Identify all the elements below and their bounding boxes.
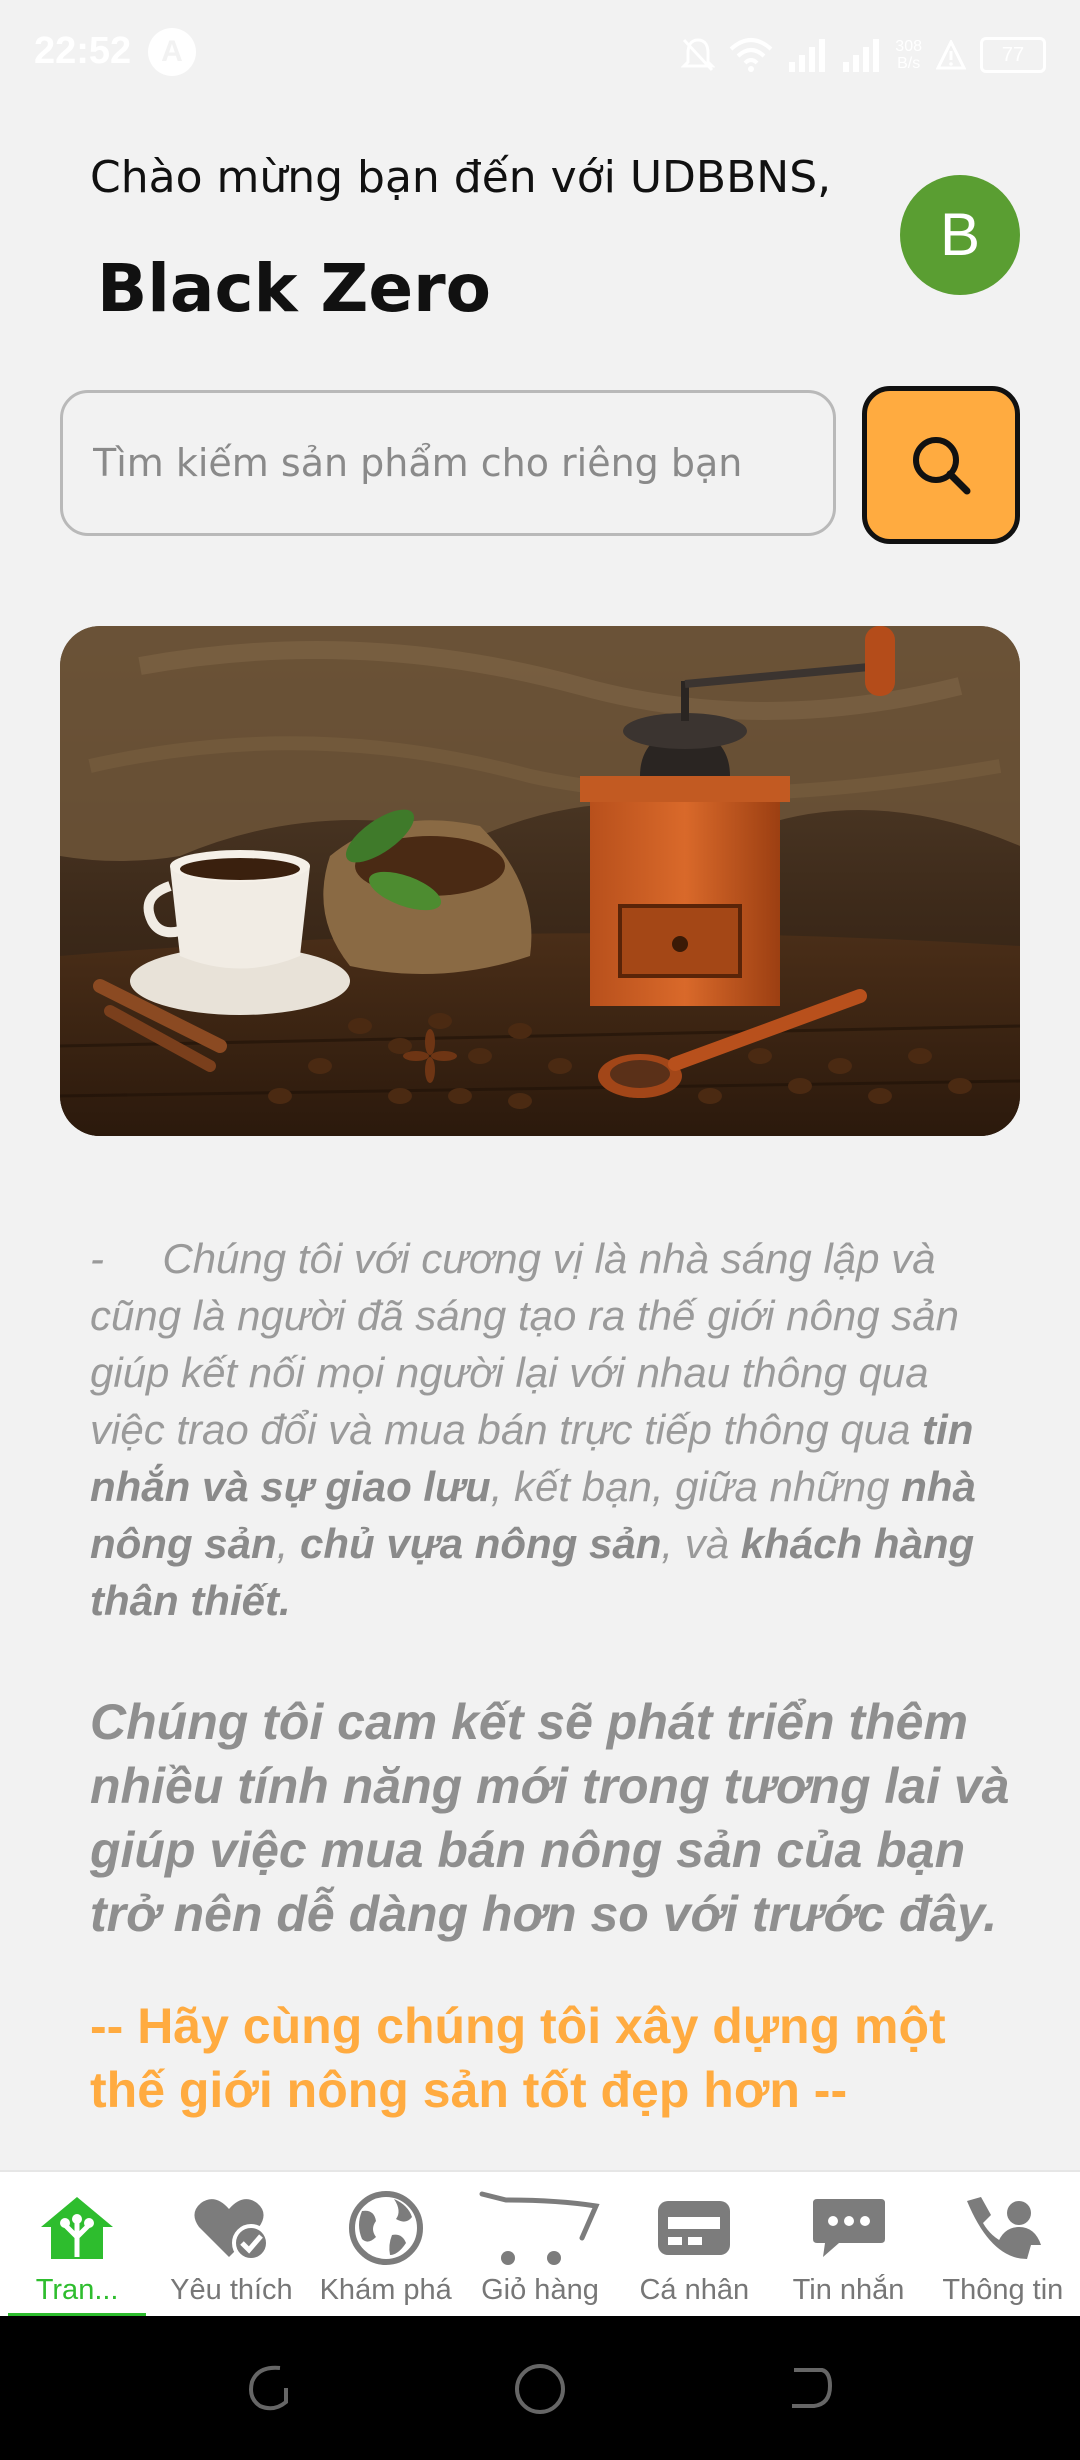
nav-label-favorite: Yêu thích xyxy=(170,2274,293,2306)
greeting-text: Chào mừng bạn đến với UDBBNS, xyxy=(90,152,832,203)
contact-icon xyxy=(966,2197,1041,2259)
cart-icon xyxy=(479,2191,600,2265)
signal-icon xyxy=(789,39,826,72)
favorite-icon xyxy=(194,2199,271,2262)
globe-icon xyxy=(348,2191,423,2265)
coffee-banner xyxy=(60,626,1020,1136)
nav-item-cart[interactable]: Giỏ hàng xyxy=(463,2172,617,2318)
status-icons: 308 B/s 77 xyxy=(681,30,1046,80)
search-input[interactable] xyxy=(63,393,833,533)
nav-label-explore: Khám phá xyxy=(319,2274,452,2306)
search-button[interactable] xyxy=(862,386,1020,544)
nav-item-info[interactable]: Thông tin xyxy=(926,2172,1080,2318)
signal-icon xyxy=(843,39,880,72)
nav-label-profile: Cá nhân xyxy=(639,2274,750,2306)
about-text-2: , kết bạn, giữa những xyxy=(490,1463,902,1510)
nav-item-profile[interactable]: Cá nhân xyxy=(617,2172,771,2318)
battery-icon: 77 xyxy=(980,37,1046,73)
bell-off-icon xyxy=(681,38,716,72)
nav-label-cart: Giỏ hàng xyxy=(481,2274,599,2306)
chat-icon xyxy=(812,2199,885,2257)
system-navigation-bar xyxy=(0,2316,1080,2460)
slogan-text: -- Hãy cùng chúng tôi xây dựng một thế g… xyxy=(90,1998,946,2118)
search-box[interactable] xyxy=(60,390,836,536)
about-bold-3: chủ vựa nông sản xyxy=(300,1520,662,1567)
nav-item-favorite[interactable]: Yêu thích xyxy=(154,2172,308,2318)
nav-item-explore[interactable]: Khám phá xyxy=(309,2172,463,2318)
nav-label-messages: Tin nhắn xyxy=(792,2274,905,2306)
recents-icon[interactable] xyxy=(244,2362,296,2414)
about-text-3: , xyxy=(276,1520,301,1567)
about-text-4: , và xyxy=(661,1520,741,1567)
bullet-dash: - xyxy=(90,1235,104,1282)
coffee-banner-image xyxy=(60,626,1020,1136)
wifi-icon xyxy=(729,38,773,72)
username: Black Zero xyxy=(97,250,491,327)
nav-label-info: Thông tin xyxy=(942,2274,1064,2306)
notification-app-icon: A xyxy=(148,28,196,76)
nav-item-messages[interactable]: Tin nhắn xyxy=(771,2172,925,2318)
avatar[interactable]: B xyxy=(900,175,1020,295)
home-icon xyxy=(41,2197,114,2259)
warning-icon xyxy=(936,40,966,70)
network-speed: 308 B/s xyxy=(895,38,922,72)
nav-item-home[interactable]: Tran... xyxy=(0,2172,154,2318)
back-icon[interactable] xyxy=(784,2362,836,2414)
search-icon xyxy=(913,437,971,495)
about-text-1: Chúng tôi với cương vị là nhà sáng lập v… xyxy=(90,1235,959,1453)
bottom-navigation: Tran... Yêu thích Khám phá Giỏ hàng Cá n… xyxy=(0,2170,1080,2318)
about-paragraph: - Chúng tôi với cương vị là nhà sáng lập… xyxy=(90,1230,1010,1629)
nav-label-home: Tran... xyxy=(35,2274,119,2306)
status-time: 22:52 xyxy=(34,30,132,72)
card-icon xyxy=(658,2201,731,2255)
commitment-text: Chúng tôi cam kết sẽ phát triển thêm nhi… xyxy=(90,1694,1010,1942)
status-bar: 22:52 A 308 B/s 77 xyxy=(0,0,1080,110)
home-circle-icon[interactable] xyxy=(513,2362,567,2416)
